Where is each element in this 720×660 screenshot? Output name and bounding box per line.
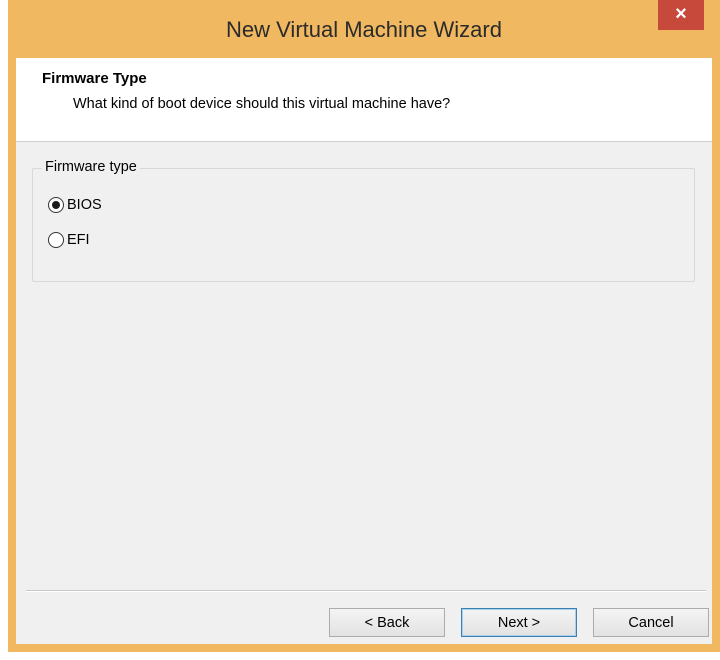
back-button[interactable]: < Back — [329, 608, 445, 637]
bios-radio-option[interactable]: BIOS — [48, 197, 102, 213]
dialog-client-area: Firmware Type What kind of boot device s… — [16, 58, 712, 644]
title-bar[interactable]: New Virtual Machine Wizard × — [8, 0, 720, 58]
firmware-type-groupbox — [32, 168, 695, 282]
cancel-button[interactable]: Cancel — [593, 608, 709, 637]
close-button[interactable]: × — [658, 0, 704, 30]
firmware-type-legend: Firmware type — [42, 159, 140, 175]
wizard-header: Firmware Type What kind of boot device s… — [16, 58, 712, 142]
window-title: New Virtual Machine Wizard — [226, 17, 502, 42]
bios-radio-label[interactable]: BIOS — [67, 197, 102, 213]
wizard-window: New Virtual Machine Wizard × Firmware Ty… — [8, 0, 720, 652]
efi-radio-label[interactable]: EFI — [67, 232, 90, 248]
page-subtitle: What kind of boot device should this vir… — [73, 96, 451, 112]
close-icon: × — [675, 3, 687, 25]
next-button[interactable]: Next > — [461, 608, 577, 637]
footer-separator — [26, 590, 706, 592]
efi-radio-option[interactable]: EFI — [48, 232, 90, 248]
radio-unselected-icon[interactable] — [48, 232, 64, 248]
radio-selected-icon[interactable] — [48, 197, 64, 213]
page-title: Firmware Type — [42, 70, 147, 87]
